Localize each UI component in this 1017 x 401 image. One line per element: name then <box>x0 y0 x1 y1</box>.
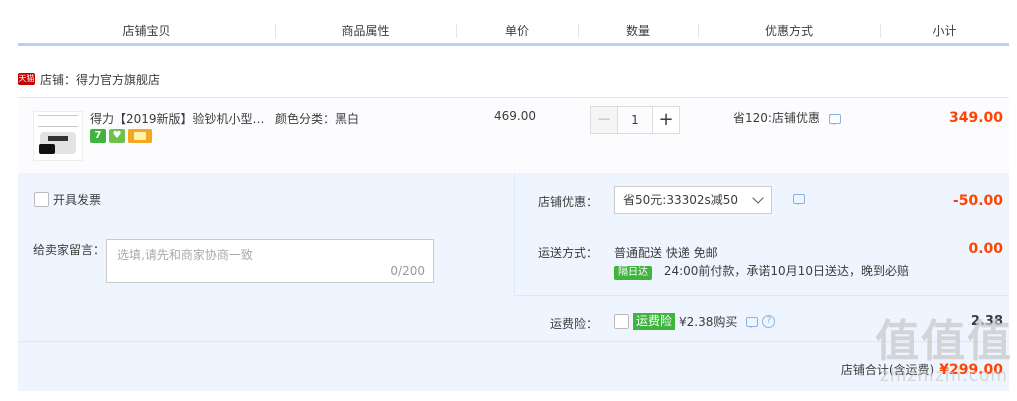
insurance-option: 运费险 ¥2.38购买 ? <box>614 313 776 330</box>
chat-icon[interactable] <box>746 316 759 328</box>
insurance-tag: 运费险 <box>633 313 676 330</box>
product-thumbnail[interactable] <box>33 111 83 161</box>
invoice-option[interactable]: 开具发票 <box>34 191 101 208</box>
quantity-input[interactable]: 1 <box>618 106 652 134</box>
shop-discount-select[interactable]: 省50元:33302s减50 <box>614 186 772 214</box>
cart-item: 得力【2019新版】验钞机小型… 7 ♥ 颜色分类：黑白 469.00 − 1 … <box>18 97 1009 173</box>
shipping-label: 运送方式： <box>538 246 599 260</box>
column-quantity: 数量 <box>578 20 698 43</box>
quantity-stepper: − 1 + <box>590 106 680 134</box>
shipping-amount: 0.00 <box>968 241 1003 257</box>
watermark-logo: 值值值 <box>875 316 1013 367</box>
invoice-label: 开具发票 <box>53 193 102 207</box>
shipping-promise: 24:00前付款，承诺10月10日送达，晚到必赔 <box>663 264 909 278</box>
column-attribute: 商品属性 <box>275 20 456 43</box>
shipping-method: 普通配送 快递 免邮 <box>614 246 718 260</box>
message-placeholder: 选填,请先和商家协商一致 <box>117 248 253 262</box>
product-attribute: 颜色分类：黑白 <box>275 112 360 126</box>
order-panel: 开具发票 给卖家留言： 选填,请先和商家协商一致 0/200 店铺优惠： 省50… <box>18 173 1009 391</box>
product-title-link[interactable]: 得力【2019新版】验钞机小型… <box>90 110 270 127</box>
panel-divider <box>514 295 1009 296</box>
column-unit-price: 单价 <box>456 20 578 43</box>
insurance-price: ¥2.38购买 <box>679 315 738 329</box>
message-label: 给卖家留言： <box>33 243 106 257</box>
seven-day-return-icon[interactable]: 7 <box>90 129 106 143</box>
shop-discount-amount: -50.00 <box>952 193 1003 209</box>
invoice-checkbox[interactable] <box>34 192 49 207</box>
guarantee-icon[interactable]: ♥ <box>109 129 125 143</box>
column-subtotal: 小计 <box>880 20 1009 43</box>
column-item: 店铺宝贝 <box>122 24 171 38</box>
credit-card-icon[interactable] <box>128 129 152 143</box>
thumbnail-panel-icon <box>39 144 55 154</box>
help-icon[interactable]: ? <box>762 315 776 328</box>
tmall-badge-icon: 天猫 <box>18 73 35 85</box>
shipping-promise-row: 隔日达 24:00前付款，承诺10月10日送达，晚到必赔 <box>614 262 909 280</box>
item-discount-text: 省120:店铺优惠 <box>733 111 820 125</box>
panel-divider <box>514 173 515 295</box>
next-day-tag: 隔日达 <box>614 266 652 280</box>
insurance-checkbox[interactable] <box>614 314 629 329</box>
shop-discount-value: 省50元:33302s减50 <box>623 193 739 207</box>
chat-icon[interactable] <box>828 113 841 125</box>
message-char-count: 0/200 <box>390 264 425 278</box>
item-discount: 省120:店铺优惠 <box>733 109 841 126</box>
cart-column-header: 店铺宝贝 商品属性 单价 数量 优惠方式 小计 <box>18 20 1009 46</box>
shop-name[interactable]: 店铺：得力官方旗舰店 <box>40 71 160 88</box>
shop-row: 天猫 店铺：得力官方旗舰店 <box>18 70 160 88</box>
thumbnail-paper-icon <box>38 115 78 127</box>
column-discount: 优惠方式 <box>698 20 880 43</box>
panel-divider <box>18 341 1009 342</box>
item-subtotal: 349.00 <box>948 110 1003 126</box>
chat-icon[interactable] <box>793 194 805 205</box>
message-textarea[interactable]: 选填,请先和商家协商一致 0/200 <box>106 239 434 283</box>
insurance-label: 运费险： <box>550 317 599 331</box>
thumbnail-slot-icon <box>48 136 68 141</box>
watermark-url: zhizhizhi.com <box>880 366 1008 386</box>
quantity-minus-button[interactable]: − <box>590 106 618 134</box>
quantity-plus-button[interactable]: + <box>652 106 680 134</box>
chevron-down-icon <box>752 192 764 204</box>
site-watermark: 值值值 zhizhizhi.com <box>875 316 1013 387</box>
unit-price: 469.00 <box>494 109 536 123</box>
shop-discount-label: 店铺优惠： <box>538 195 599 209</box>
